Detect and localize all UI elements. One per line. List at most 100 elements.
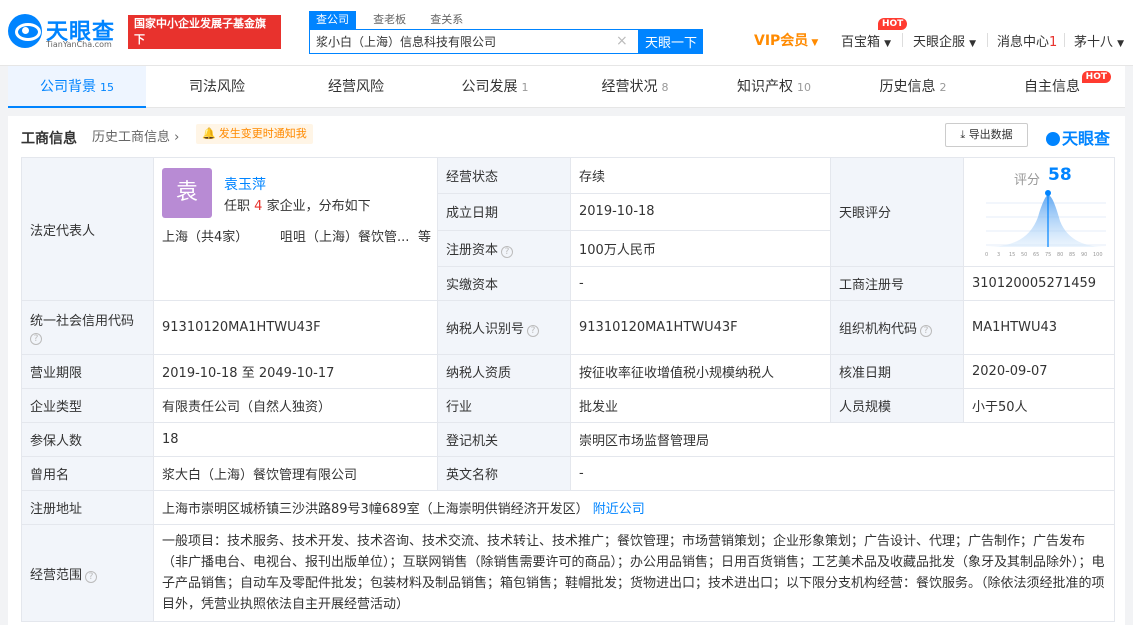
- score-value[interactable]: 58: [1048, 165, 1072, 185]
- tab-label: 自主信息: [1024, 79, 1080, 95]
- term-label: 营业期限: [21, 354, 154, 389]
- rep-city[interactable]: 上海（共4家）: [162, 226, 248, 245]
- notify-label: 发生变更时通知我: [218, 127, 307, 140]
- score-label: 天眼评分: [830, 157, 964, 267]
- divider: [902, 33, 903, 47]
- type-value: 有限责任公司（自然人独资）: [153, 388, 438, 423]
- scope-label: 经营范围: [30, 567, 83, 583]
- tab-label: 司法风险: [189, 79, 245, 95]
- divider: [1064, 33, 1065, 47]
- tab-company-background[interactable]: 公司背景 15: [8, 66, 146, 108]
- brand-text: 天眼查: [1062, 129, 1111, 148]
- notify-on-change-button[interactable]: 🔔 发生变更时通知我: [196, 124, 313, 144]
- history-business-link[interactable]: 历史工商信息 ›: [92, 126, 179, 145]
- tab-count: 15: [100, 81, 114, 94]
- tab-operating-risk[interactable]: 经营风险: [287, 66, 425, 108]
- reg-no-label: 工商注册号: [830, 265, 964, 302]
- paid-capital-value: -: [570, 265, 831, 302]
- rep-more[interactable]: 等: [418, 226, 431, 245]
- panel-title: 工商信息: [21, 131, 77, 147]
- reg-no-value: 310120005271459: [963, 265, 1115, 302]
- site-logo[interactable]: 天眼查 TianYanCha.com: [8, 12, 124, 52]
- org-code-value: MA1HTWU43: [963, 300, 1115, 355]
- hot-badge: HOT: [878, 18, 908, 30]
- address-value: 上海市崇明区城桥镇三沙洪路89号3幢689室（上海崇明供销经济开发区）: [162, 502, 589, 517]
- gov-badge-line1: 国家中小企业发展子基金旗下: [134, 17, 266, 46]
- tab-history-info[interactable]: 历史信息 2: [844, 66, 982, 108]
- top-header: 天眼查 TianYanCha.com 国家中小企业发展子基金旗下 官方备案企业征…: [0, 0, 1133, 66]
- credit-code-label: 统一社会信用代码: [30, 314, 135, 329]
- reg-capital-value: 100万人民币: [570, 229, 831, 267]
- tab-label: 公司发展: [461, 79, 518, 95]
- search-tab-company[interactable]: 查公司: [309, 11, 356, 29]
- term-end: 2049-10-17: [258, 366, 335, 381]
- paid-capital-label: 实缴资本: [437, 265, 571, 302]
- chevron-right-icon: ›: [174, 130, 180, 145]
- help-icon[interactable]: ?: [30, 333, 42, 345]
- clear-icon[interactable]: ×: [616, 34, 630, 48]
- search-input[interactable]: [310, 30, 610, 53]
- svg-text:3: 3: [997, 252, 1000, 258]
- rep-desc-pre: 任职: [224, 199, 251, 214]
- help-icon[interactable]: ?: [85, 570, 98, 583]
- tab-judicial-risk[interactable]: 司法风险: [148, 66, 286, 108]
- staff-label: 人员规模: [830, 388, 964, 423]
- legal-rep-name[interactable]: 袁玉萍: [224, 174, 266, 194]
- history-link-label: 历史工商信息: [92, 130, 171, 145]
- founded-value: 2019-10-18: [570, 193, 831, 231]
- reg-capital-label: 注册资本: [446, 242, 499, 258]
- search-button[interactable]: 天眼一下: [639, 29, 703, 54]
- vip-menu[interactable]: VIP会员 ▼: [754, 30, 818, 50]
- tab-label: 经营风险: [328, 79, 384, 95]
- nearby-companies-link[interactable]: 附近公司: [593, 502, 645, 517]
- gov-badge: 国家中小企业发展子基金旗下 官方备案企业征信机构: [128, 15, 281, 62]
- tab-company-development[interactable]: 公司发展 1: [426, 66, 564, 108]
- message-center[interactable]: 消息中心1: [997, 31, 1057, 50]
- score-word: 评分: [1014, 172, 1041, 188]
- avatar[interactable]: 袁: [162, 168, 212, 218]
- insured-label: 参保人数: [21, 422, 154, 457]
- industry-label: 行业: [437, 388, 571, 423]
- tab-count: 2: [939, 81, 947, 94]
- term-start: 2019-10-18: [162, 366, 238, 381]
- approval-value: 2020-09-07: [963, 354, 1115, 389]
- svg-text:100: 100: [1093, 252, 1103, 258]
- rep-desc-num[interactable]: 4: [254, 199, 262, 214]
- user-menu[interactable]: 茅十八 ▼: [1074, 31, 1124, 50]
- legal-rep-cell: 袁 袁玉萍 任职 4 家企业，分布如下 上海（共4家） 咀咀（上海）餐饮管...…: [153, 157, 438, 301]
- staff-value: 小于50人: [963, 388, 1115, 423]
- scope-label-cell: 经营范围?: [21, 524, 154, 622]
- authority-value: 崇明区市场监督管理局: [570, 422, 1115, 457]
- help-icon[interactable]: ?: [527, 325, 540, 337]
- legal-rep-label: 法定代表人: [21, 157, 154, 301]
- search-tab-relation[interactable]: 查关系: [423, 11, 470, 29]
- insured-value: 18: [153, 422, 438, 457]
- rep-desc-post: 家企业，分布如下: [266, 199, 371, 214]
- tab-operating-status[interactable]: 经营状况 8: [566, 66, 704, 108]
- org-code-label-cell: 组织机构代码?: [830, 300, 964, 355]
- help-icon[interactable]: ?: [501, 245, 514, 258]
- tab-intellectual-property[interactable]: 知识产权 10: [705, 66, 843, 108]
- credit-code-value: 91310120MA1HTWU43F: [153, 300, 438, 355]
- export-data-button[interactable]: ⤓ 导出数据: [945, 123, 1028, 147]
- org-code-label: 组织机构代码: [839, 322, 918, 337]
- treasure-box-menu[interactable]: 百宝箱 ▼: [841, 31, 891, 50]
- section-tabs: 公司背景 15 司法风险 经营风险 公司发展 1 经营状况 8 知识产权 10 历史信息…: [8, 66, 1125, 108]
- help-icon[interactable]: ?: [920, 325, 933, 337]
- chevron-down-icon: ▼: [969, 39, 977, 49]
- download-icon: ⤓: [960, 128, 966, 141]
- enterprise-service-label: 天眼企服: [913, 35, 966, 50]
- enterprise-service-menu[interactable]: 天眼企服 ▼: [913, 31, 976, 50]
- address-value-cell: 上海市崇明区城桥镇三沙洪路89号3幢689室（上海崇明供销经济开发区） 附近公司: [153, 490, 1115, 525]
- rep-company[interactable]: 咀咀（上海）餐饮管...: [280, 226, 409, 245]
- score-cell: 评分 58 0 3 15 50 65 75 80 85 90 100: [963, 157, 1115, 267]
- tab-self-info[interactable]: 自主信息 HOT: [983, 66, 1121, 108]
- business-info-table: 法定代表人 袁 袁玉萍 任职 4 家企业，分布如下 上海（共4家） 咀咀（上海）…: [21, 156, 1115, 622]
- svg-text:85: 85: [1069, 252, 1075, 258]
- hot-badge: HOT: [1081, 71, 1111, 83]
- svg-text:15: 15: [1009, 252, 1015, 258]
- score-distribution-chart: 0 3 15 50 65 75 80 85 90 100: [985, 189, 1106, 258]
- search-tab-boss[interactable]: 查老板: [366, 11, 413, 29]
- tab-count: 10: [797, 81, 811, 94]
- term-mid: 至: [241, 366, 255, 381]
